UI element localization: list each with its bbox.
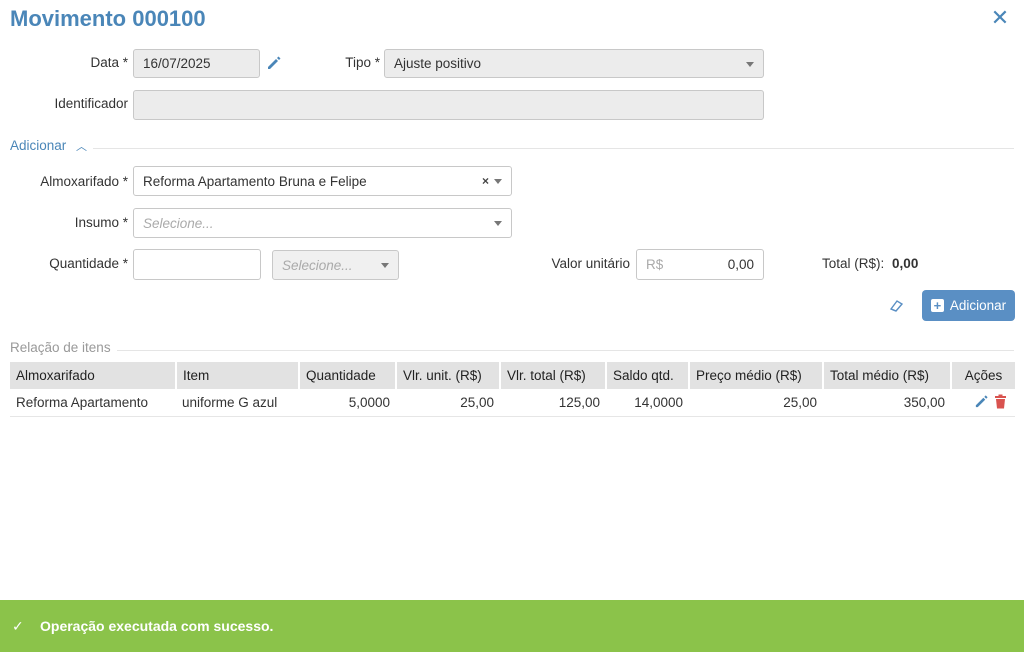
cell-vlr-unit: 25,00 (396, 389, 500, 417)
col-preco-medio[interactable]: Preço médio (R$) (689, 362, 824, 389)
cell-vlr-total: 125,00 (500, 389, 606, 417)
col-item[interactable]: Item (176, 362, 300, 389)
chevron-down-icon (746, 61, 754, 67)
delete-icon[interactable] (993, 394, 1007, 410)
insumo-select[interactable]: Selecione... (133, 208, 512, 238)
clear-icon[interactable]: × (482, 174, 489, 188)
chevron-up-icon: ︿ (76, 141, 88, 153)
cell-item: uniforme G azul (176, 389, 299, 417)
edit-date-icon[interactable] (266, 55, 284, 73)
items-table: Almoxarifado Item Quantidade Vlr. unit. … (10, 362, 1015, 417)
table-header-row: Almoxarifado Item Quantidade Vlr. unit. … (10, 362, 1015, 389)
valor-field[interactable]: R$ 0,00 (636, 249, 764, 280)
page-title: Movimento 000100 (10, 6, 206, 31)
success-toast: ✓ Operação executada com sucesso. (0, 600, 1024, 652)
col-acoes: Ações (951, 362, 1015, 389)
identificador-field[interactable] (133, 90, 764, 120)
add-item-button-label: Adicionar (949, 298, 1007, 313)
cell-quantidade: 5,0000 (299, 389, 396, 417)
total-value: 0,00 (892, 256, 919, 271)
eraser-icon[interactable] (888, 298, 904, 312)
col-quantidade[interactable]: Quantidade (299, 362, 397, 389)
valor-label: Valor unitário (551, 256, 630, 271)
insumo-placeholder: Selecione... (143, 215, 214, 231)
table-row: Reforma Apartamento uniforme G azul 5,00… (10, 389, 1015, 417)
col-almoxarifado[interactable]: Almoxarifado (10, 362, 177, 389)
total-display: Total (R$): 0,00 (822, 256, 918, 271)
add-item-button[interactable]: + Adicionar (922, 290, 1015, 321)
cell-saldo-qtd: 14,0000 (606, 389, 689, 417)
currency-prefix: R$ (646, 257, 664, 272)
cell-acoes (951, 389, 1015, 417)
cell-preco-medio: 25,00 (689, 389, 823, 417)
col-total-medio[interactable]: Total médio (R$) (823, 362, 952, 389)
total-label: Total (R$): (822, 256, 885, 271)
unidade-select[interactable]: Selecione... (272, 250, 399, 280)
data-field[interactable]: 16/07/2025 (133, 49, 260, 78)
chevron-down-icon (381, 263, 389, 268)
insumo-label: Insumo * (74, 215, 128, 230)
identificador-label: Identificador (54, 96, 128, 111)
data-label: Data * (90, 55, 128, 70)
close-icon[interactable]: ✕ (990, 7, 1010, 29)
adicionar-toggle[interactable]: Adicionar ︿ (10, 138, 94, 154)
adicionar-divider (10, 148, 1014, 149)
chevron-down-icon (494, 179, 502, 184)
edit-icon[interactable] (973, 394, 989, 410)
tipo-select[interactable]: Ajuste positivo (384, 49, 764, 78)
col-vlr-total[interactable]: Vlr. total (R$) (500, 362, 607, 389)
almoxarifado-label: Almoxarifado * (40, 174, 128, 189)
col-saldo-qtd[interactable]: Saldo qtd. (606, 362, 690, 389)
cell-almoxarifado: Reforma Apartamento (10, 389, 176, 417)
relacao-section-label: Relação de itens (10, 340, 117, 355)
relacao-divider (10, 350, 1014, 351)
almoxarifado-select-value: Reforma Apartamento Bruna e Felipe (143, 173, 367, 189)
tipo-label: Tipo * (345, 55, 380, 70)
check-icon: ✓ (12, 617, 24, 634)
unidade-placeholder: Selecione... (282, 257, 353, 273)
col-vlr-unit[interactable]: Vlr. unit. (R$) (396, 362, 501, 389)
toast-message: Operação executada com sucesso. (40, 618, 274, 634)
adicionar-section-label: Adicionar (10, 138, 67, 153)
data-field-value: 16/07/2025 (143, 56, 211, 71)
valor-field-value: 0,00 (727, 257, 754, 272)
chevron-down-icon (494, 221, 502, 226)
plus-icon: + (930, 299, 944, 312)
almoxarifado-select[interactable]: Reforma Apartamento Bruna e Felipe × (133, 166, 512, 196)
cell-total-medio: 350,00 (823, 389, 951, 417)
tipo-select-value: Ajuste positivo (394, 56, 482, 71)
quantidade-field[interactable] (133, 249, 261, 280)
quantidade-label: Quantidade * (49, 256, 128, 271)
